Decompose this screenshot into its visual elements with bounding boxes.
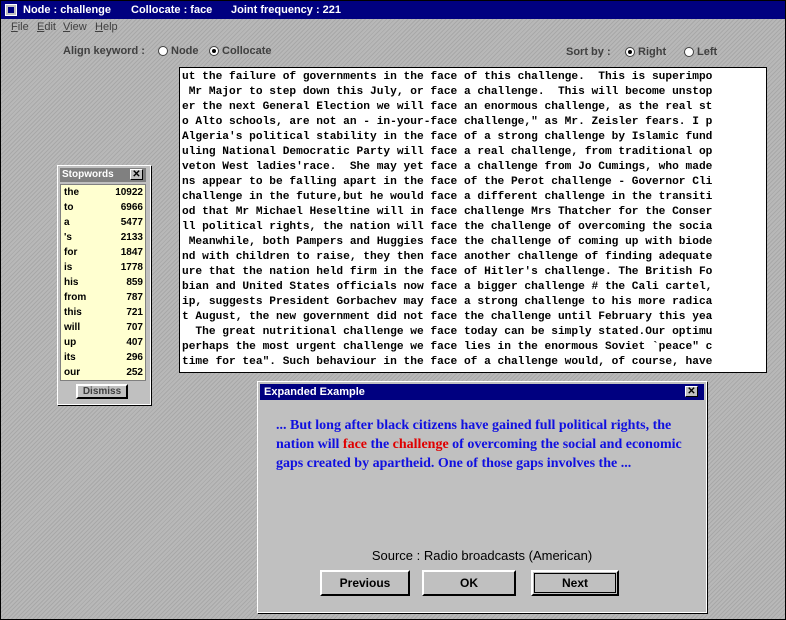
menu-edit[interactable]: Edit — [37, 21, 56, 33]
concordance-line[interactable]: nd with children to raise, they then fac… — [182, 249, 766, 265]
stopword-row[interactable]: a 5477 — [61, 215, 145, 230]
concordance-line[interactable]: Mr Major to step down this July, or face… — [182, 84, 766, 100]
example-text: ... But long after black citizens have g… — [276, 416, 686, 473]
previous-button[interactable]: Previous — [320, 570, 410, 596]
dismiss-button[interactable]: Dismiss — [76, 384, 128, 399]
concordance-list[interactable]: ut the failure of governments in the fac… — [179, 67, 767, 373]
dialog-title[interactable]: Expanded Example — [260, 384, 704, 400]
concordance-line[interactable]: uling National Democratic Party will fac… — [182, 144, 766, 160]
concordance-line[interactable]: ure that the nation held firm in the fac… — [182, 264, 766, 280]
concordance-line[interactable]: ut the failure of governments in the fac… — [182, 69, 766, 85]
align-keyword-label: Align keyword : — [63, 45, 145, 57]
concordance-line[interactable]: Meanwhile, both Pampers and Huggies face… — [182, 234, 766, 250]
stopword-row[interactable]: for 1847 — [61, 245, 145, 260]
stopword-word: his — [64, 277, 79, 288]
concordance-line[interactable]: er the next General Election we will fac… — [182, 99, 766, 115]
stopword-word: will — [64, 322, 81, 333]
stopword-word: is — [64, 262, 73, 273]
stopword-row[interactable]: its 296 — [61, 350, 145, 365]
stopword-count: 10922 — [115, 187, 143, 198]
stopword-word: a — [64, 217, 70, 228]
stopword-count: 1847 — [120, 247, 143, 258]
stopword-word: this — [64, 307, 82, 318]
system-menu-icon[interactable] — [5, 4, 17, 16]
stopwords-window: Stopwords ✕ the 10922 to 6966 a 5477's 2133 for… — [57, 165, 151, 405]
stopword-count: 2133 — [120, 232, 143, 243]
concordance-line[interactable]: od that Mr Michael Heseltine will in fac… — [182, 204, 766, 220]
stopword-count: 5477 — [120, 217, 143, 228]
stopword-count: 296 — [126, 352, 143, 363]
stopword-row[interactable]: to 6966 — [61, 200, 145, 215]
stopword-word: our — [64, 367, 81, 378]
concordance-line[interactable]: o Alto schools, are not an - in-your-fac… — [182, 114, 766, 130]
next-button[interactable]: Next — [531, 570, 619, 596]
stopword-count: 1778 — [120, 262, 143, 273]
stopword-word: its — [64, 352, 76, 363]
stopword-count: 707 — [126, 322, 143, 333]
concordance-line[interactable]: t August, the new government did not fac… — [182, 309, 766, 325]
stopword-count: 859 — [126, 277, 143, 288]
stopword-count: 6966 — [120, 202, 143, 213]
menu-file[interactable]: File — [11, 21, 29, 33]
concordance-line[interactable]: time for tea". Such behaviour in the fac… — [182, 354, 766, 370]
expanded-example-dialog: Expanded Example ✕ ... But long after bl… — [257, 381, 707, 613]
sort-right-label[interactable]: Right — [638, 46, 666, 58]
stopword-word: up — [64, 337, 77, 348]
example-text-between: the — [367, 437, 393, 452]
align-node-radio[interactable] — [158, 46, 168, 56]
stopword-word: 's — [64, 232, 72, 243]
concordance-line[interactable]: Algeria's political stability in the fac… — [182, 129, 766, 145]
stopword-row[interactable]: up 407 — [61, 335, 145, 350]
node-highlight: challenge — [392, 437, 449, 452]
stopword-count: 787 — [126, 292, 143, 303]
stopword-word: from — [64, 292, 87, 303]
sort-left-radio[interactable] — [684, 47, 694, 57]
title-node: Node : challenge — [23, 4, 112, 16]
stopword-row[interactable]: his 859 — [61, 275, 145, 290]
title-joint-frequency: Joint frequency : 221 — [231, 4, 342, 16]
concordance-line[interactable]: perhaps the most urgent challenge we fac… — [182, 339, 766, 355]
sort-right-radio[interactable] — [625, 47, 635, 57]
concordance-line[interactable]: ll political rights, the nation will fac… — [182, 219, 766, 235]
concordance-line[interactable]: ns appear to be falling apart in the fac… — [182, 174, 766, 190]
stopword-word: for — [64, 247, 78, 258]
align-collocate-radio[interactable] — [209, 46, 219, 56]
stopword-count: 407 — [126, 337, 143, 348]
menu-help[interactable]: Help — [95, 21, 118, 33]
stopword-row[interactable]: from 787 — [61, 290, 145, 305]
stopword-row[interactable]: will 707 — [61, 320, 145, 335]
concordance-line[interactable]: bian and United States officials now fac… — [182, 279, 766, 295]
stopword-word: to — [64, 202, 74, 213]
concordance-line[interactable]: challenge in the future,but he would fac… — [182, 189, 766, 205]
concordance-line[interactable]: veton West ladies'race. She may yet face… — [182, 159, 766, 175]
menu-view[interactable]: View — [63, 21, 87, 33]
align-collocate-label[interactable]: Collocate — [222, 45, 272, 57]
stopword-row[interactable]: is 1778 — [61, 260, 145, 275]
stopwords-close-icon[interactable]: ✕ — [130, 169, 143, 180]
ok-button[interactable]: OK — [422, 570, 516, 596]
dialog-close-icon[interactable]: ✕ — [685, 386, 698, 397]
stopword-count: 252 — [126, 367, 143, 378]
concordance-line[interactable]: ip, suggests President Gorbachev may fac… — [182, 294, 766, 310]
concordance-line[interactable]: The great nutritional challenge we face … — [182, 324, 766, 340]
sort-left-label[interactable]: Left — [697, 46, 717, 58]
stopword-count: 721 — [126, 307, 143, 318]
main-window: Node : challenge Collocate : face Joint … — [0, 0, 786, 620]
stopword-row[interactable]: our 252 — [61, 365, 145, 380]
source-label: Source : Radio broadcasts (American) — [371, 548, 593, 563]
title-collocate: Collocate : face — [131, 4, 213, 16]
stopword-row[interactable]: this 721 — [61, 305, 145, 320]
align-node-label[interactable]: Node — [171, 45, 199, 57]
stopword-word: the — [64, 187, 79, 198]
collocate-highlight: face — [342, 437, 367, 452]
stopword-row[interactable]: the 10922 — [61, 185, 145, 200]
stopword-row[interactable]: 's 2133 — [61, 230, 145, 245]
sort-by-label: Sort by : — [566, 46, 611, 58]
stopwords-list: the 10922 to 6966 a 5477 's 2133 for 1847 is 1778 hi… — [60, 184, 146, 381]
title-bar: Node : challenge Collocate : face Joint … — [1, 1, 785, 19]
